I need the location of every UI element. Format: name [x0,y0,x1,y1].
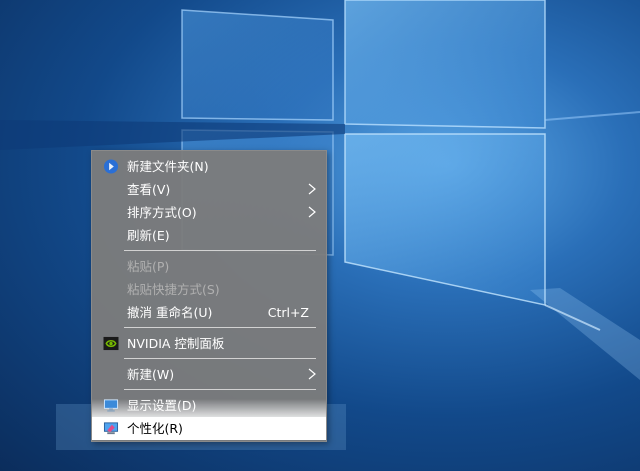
menu-item-label: 查看(V) [127,182,171,197]
menu-item-label: 粘贴(P) [127,259,170,274]
menu-item-label: 显示设置(D) [127,398,197,413]
personalize-icon [103,422,119,435]
menu-item-label: 新建(W) [127,367,175,382]
desktop-context-menu: 新建文件夹(N) 查看(V) 排序方式(O) 刷新(E) 粘贴(P) 粘贴快捷方… [91,150,327,442]
menu-item-personalize[interactable]: 个性化(R) [92,417,326,440]
menu-item-shortcut: Ctrl+Z [267,305,309,320]
menu-item-new[interactable]: 新建(W) [92,363,326,386]
menu-item-label: 个性化(R) [127,421,183,436]
menu-separator [124,389,316,390]
menu-separator [124,358,316,359]
menu-item-label: NVIDIA 控制面板 [127,336,225,351]
menu-item-label: 排序方式(O) [127,205,197,220]
menu-item-label: 粘贴快捷方式(S) [127,282,220,297]
display-settings-icon [103,399,119,412]
menu-item-new-folder[interactable]: 新建文件夹(N) [92,155,326,178]
new-folder-icon [103,159,119,174]
menu-item-paste[interactable]: 粘贴(P) [92,255,326,278]
chevron-right-icon [308,183,316,195]
menu-item-label: 新建文件夹(N) [127,159,209,174]
menu-item-paste-shortcut[interactable]: 粘贴快捷方式(S) [92,278,326,301]
menu-separator [124,327,316,328]
menu-item-label: 刷新(E) [127,228,170,243]
menu-separator [124,250,316,251]
nvidia-icon [103,336,119,351]
menu-item-label: 撤消 重命名(U) [127,305,213,320]
menu-item-nvidia-control-panel[interactable]: NVIDIA 控制面板 [92,332,326,355]
chevron-right-icon [308,368,316,380]
menu-item-view[interactable]: 查看(V) [92,178,326,201]
chevron-right-icon [308,206,316,218]
menu-item-refresh[interactable]: 刷新(E) [92,224,326,247]
menu-item-sort-by[interactable]: 排序方式(O) [92,201,326,224]
menu-item-display-settings[interactable]: 显示设置(D) [92,394,326,417]
menu-item-undo-rename[interactable]: 撤消 重命名(U) Ctrl+Z [92,301,326,324]
